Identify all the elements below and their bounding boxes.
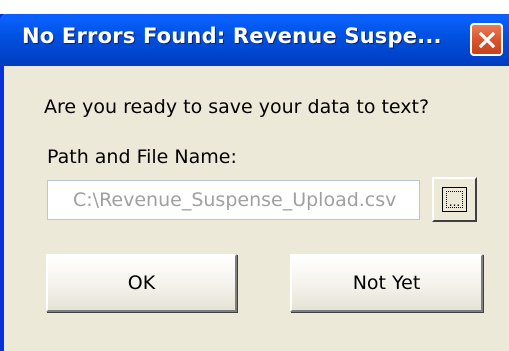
not-yet-button[interactable]: Not Yet xyxy=(290,254,483,312)
close-button[interactable] xyxy=(470,23,503,56)
browse-ellipsis: ... xyxy=(442,187,467,212)
path-input[interactable]: C:\Revenue_Suspense_Upload.csv xyxy=(47,180,420,220)
path-label: Path and File Name: xyxy=(47,146,237,168)
confirmation-question: Are you ready to save your data to text? xyxy=(44,96,430,118)
window-title: No Errors Found: Revenue Suspe... xyxy=(22,24,442,48)
browse-button[interactable]: ... xyxy=(432,177,477,222)
close-icon xyxy=(478,31,495,48)
title-bar[interactable]: No Errors Found: Revenue Suspe... xyxy=(0,14,509,66)
ok-button[interactable]: OK xyxy=(46,254,237,312)
